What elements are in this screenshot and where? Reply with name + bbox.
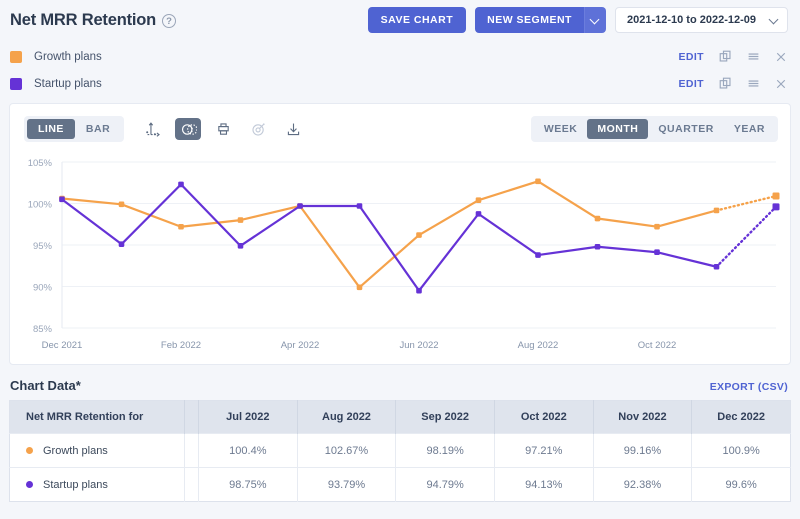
interval-quarter-button[interactable]: QUARTER [648,119,723,139]
svg-text:100%: 100% [28,200,53,211]
table-cell: 97.21% [494,434,593,468]
series-dot [26,447,33,454]
chart-toolbar: LINE BAR [10,104,790,142]
menu-icon[interactable] [746,77,760,91]
legend-swatch [10,51,22,63]
svg-text:Dec 2021: Dec 2021 [42,340,83,351]
table-cell-spacer [185,434,199,468]
chart-data-header: Chart Data* EXPORT (CSV) [0,365,800,400]
close-icon[interactable] [774,77,788,91]
table-row-label: Growth plans [10,434,185,468]
table-cell: 98.19% [396,434,495,468]
series-name: Startup plans [43,479,108,491]
chevron-down-icon [770,16,778,24]
new-segment-dropdown-button[interactable] [584,7,606,33]
table-header-sep-2022: Sep 2022 [396,401,495,434]
chevron-down-icon [591,16,599,24]
chart-type-bar-button[interactable]: BAR [75,119,121,139]
table-cell: 99.16% [593,434,692,468]
svg-text:Oct 2022: Oct 2022 [638,340,677,351]
table-head: Net MRR Retention for Jul 2022 Aug 2022 … [10,401,791,434]
table-cell: 100.4% [199,434,298,468]
legend-label: Startup plans [34,78,102,90]
table-cell: 100.9% [692,434,791,468]
table-cell: 93.79% [297,468,396,502]
table-cell-spacer [185,468,199,502]
copy-icon[interactable] [718,50,732,64]
page-header: Net MRR Retention ? SAVE CHART NEW SEGME… [0,0,800,40]
print-icon[interactable] [210,118,236,140]
series-name: Growth plans [43,445,108,457]
legend-label: Growth plans [34,51,102,63]
svg-text:Apr 2022: Apr 2022 [281,340,320,351]
interval-month-button[interactable]: MONTH [587,119,648,139]
table-header-nov-2022: Nov 2022 [593,401,692,434]
copy-icon[interactable] [718,77,732,91]
chart-tool-icons [140,118,306,140]
series-dot [26,481,33,488]
chart-type-line-button[interactable]: LINE [27,119,75,139]
edit-segment-link[interactable]: EDIT [678,78,704,90]
svg-text:105%: 105% [28,158,53,169]
table-cell: 94.13% [494,468,593,502]
download-icon[interactable] [280,118,306,140]
legend-row-tools: EDIT [678,50,788,64]
export-csv-link[interactable]: EXPORT (CSV) [710,381,788,393]
interval-week-button[interactable]: WEEK [534,119,588,139]
svg-text:Feb 2022: Feb 2022 [161,340,201,351]
chart-svg: 105% 100% 95% 90% 85% Dec 2021 Feb 2022 Apr 202… [10,150,792,366]
table-cell: 92.38% [593,468,692,502]
menu-icon[interactable] [746,50,760,64]
legend-row-growth-plans: Growth plans EDIT [10,43,788,70]
legend-list: Growth plans EDIT [0,40,800,97]
svg-text:Aug 2022: Aug 2022 [518,340,559,351]
close-icon[interactable] [774,50,788,64]
axis-scale-icon[interactable] [140,118,166,140]
table-row: Startup plans 98.75% 93.79% 94.79% 94.13… [10,468,791,502]
svg-text:90%: 90% [33,283,53,294]
table-cell: 102.67% [297,434,396,468]
chart-data-title: Chart Data* [10,378,81,393]
table-header-spacer [185,401,199,434]
table-header-row: Net MRR Retention for Jul 2022 Aug 2022 … [10,401,791,434]
legend-row-startup-plans: Startup plans EDIT [10,70,788,97]
svg-text:95%: 95% [33,241,53,252]
edit-segment-link[interactable]: EDIT [678,51,704,63]
table-body: Growth plans 100.4% 102.67% 98.19% 97.21… [10,434,791,502]
interval-year-button[interactable]: YEAR [724,119,775,139]
table-header-first: Net MRR Retention for [10,401,185,434]
table-cell: 94.79% [396,468,495,502]
goal-target-icon[interactable] [245,118,271,140]
save-chart-button[interactable]: SAVE CHART [368,7,466,33]
header-actions: SAVE CHART NEW SEGMENT 2021-12-10 to 202… [368,7,788,33]
question-circle-icon[interactable]: ? [162,14,176,28]
date-range-picker[interactable]: 2021-12-10 to 2022-12-09 [615,7,788,33]
line-chart-plot[interactable]: 105% 100% 95% 90% 85% Dec 2021 Feb 2022 Apr 202… [10,150,790,366]
table-row-label: Startup plans [10,468,185,502]
table-cell: 98.75% [199,468,298,502]
chart-card: LINE BAR [9,103,791,365]
legend-row-tools: EDIT [678,77,788,91]
table-header-aug-2022: Aug 2022 [297,401,396,434]
date-range-label: 2021-12-10 to 2022-12-09 [627,14,756,26]
new-segment-button[interactable]: NEW SEGMENT [475,7,584,33]
new-segment-split-button: NEW SEGMENT [475,7,606,33]
page-title: Net MRR Retention [10,11,156,30]
table-cell: 99.6% [692,468,791,502]
chart-data-table: Net MRR Retention for Jul 2022 Aug 2022 … [9,400,791,502]
chart-type-toggle: LINE BAR [24,116,124,142]
table-header-jul-2022: Jul 2022 [199,401,298,434]
toggle-compare-icon[interactable] [175,118,201,140]
app-root: Net MRR Retention ? SAVE CHART NEW SEGME… [0,0,800,519]
svg-text:85%: 85% [33,324,53,335]
table-row: Growth plans 100.4% 102.67% 98.19% 97.21… [10,434,791,468]
interval-toggle: WEEK MONTH QUARTER YEAR [531,116,778,142]
table-header-oct-2022: Oct 2022 [494,401,593,434]
legend-swatch [10,78,22,90]
table-header-dec-2022: Dec 2022 [692,401,791,434]
svg-text:Jun 2022: Jun 2022 [399,340,438,351]
